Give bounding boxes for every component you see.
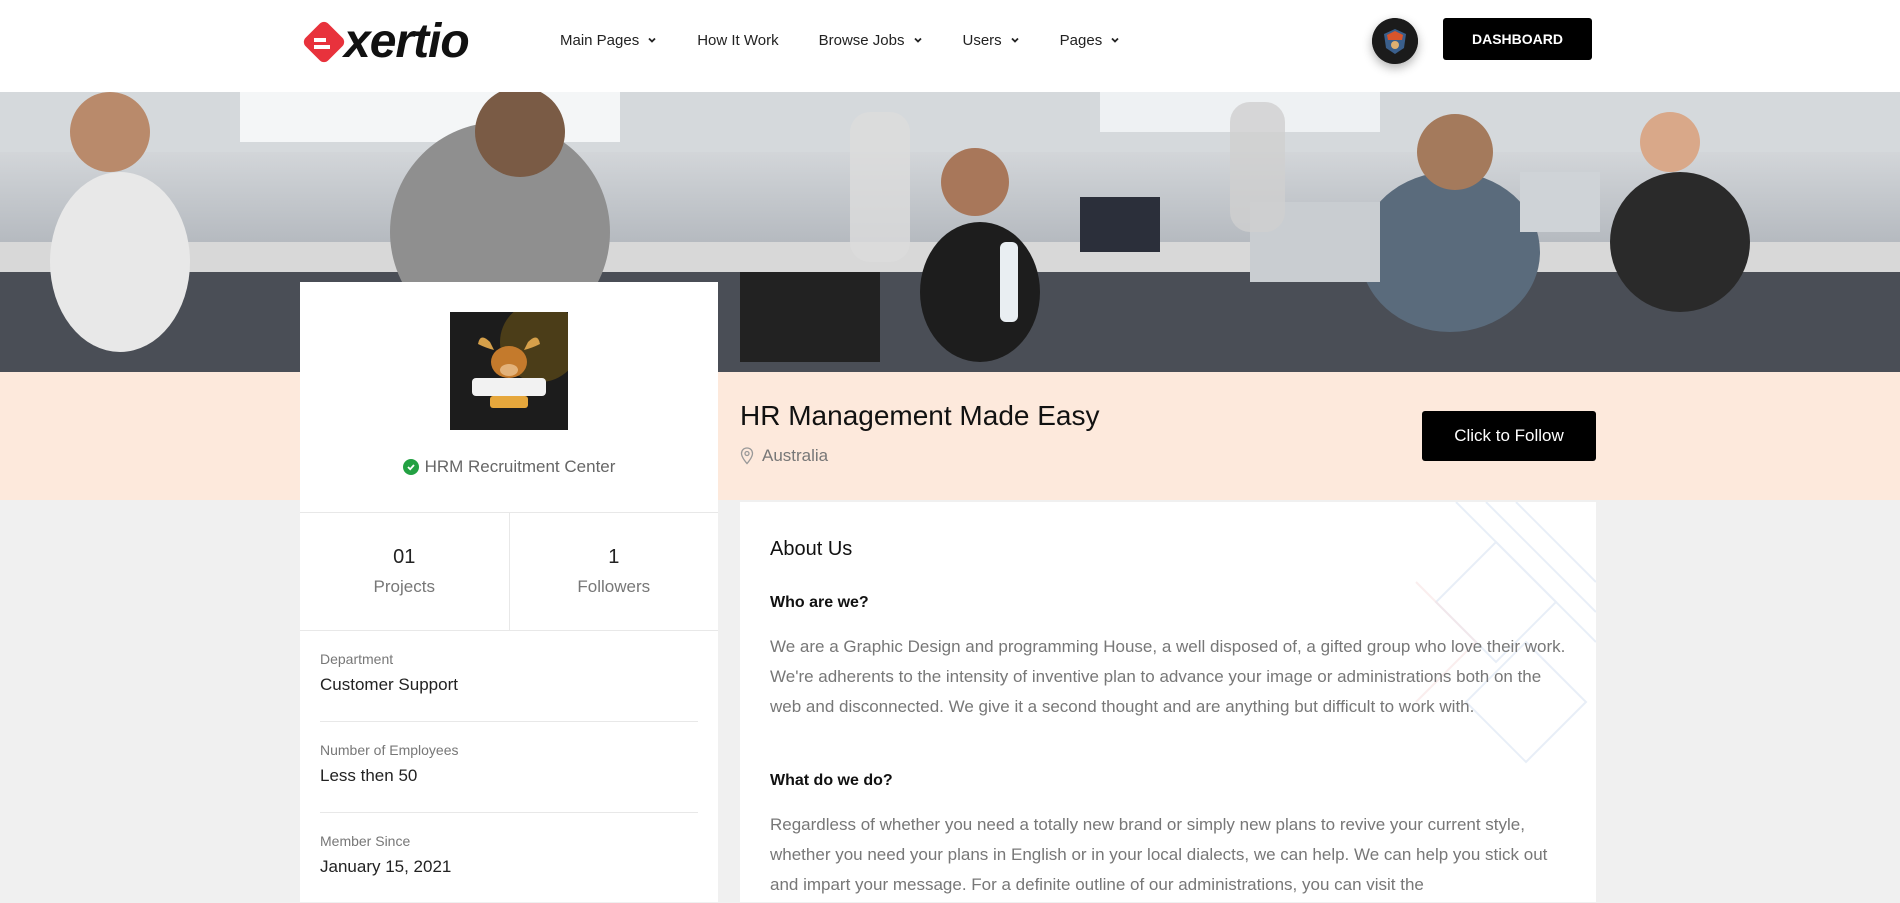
stat-label: Followers — [577, 577, 651, 596]
nav-pages[interactable]: Pages — [1060, 28, 1121, 52]
info-label: Number of Employees — [320, 742, 459, 758]
avatar-badge-icon — [1372, 18, 1418, 64]
site-header: xertio Main Pages How It Work Browse Job… — [0, 0, 1900, 92]
info-label: Member Since — [320, 833, 411, 849]
chevron-down-icon — [913, 37, 922, 43]
company-name: HRM Recruitment Center — [424, 457, 616, 476]
about-paragraph-what: Regardless of whether you need a totally… — [770, 815, 1548, 894]
chevron-down-icon — [1011, 37, 1019, 43]
nav-label: Users — [962, 31, 1002, 49]
location-text: Australia — [762, 446, 829, 465]
nav-browse-jobs[interactable]: Browse Jobs — [819, 28, 923, 52]
stat-followers: 1 Followers — [508, 513, 719, 630]
profile-header-band — [0, 372, 1900, 500]
site-logo[interactable]: xertio — [300, 15, 470, 68]
about-heading: About Us — [770, 538, 853, 560]
nav-users[interactable]: Users — [963, 28, 1020, 52]
stat-projects: 01 Projects — [300, 513, 509, 630]
map-pin-icon — [740, 447, 754, 465]
nav-label: How It Work — [697, 31, 779, 49]
info-value: Less then 50 — [320, 766, 418, 785]
about-us-section: About Us Who are we? We are a Graphic De… — [740, 502, 1596, 902]
nav-label: Pages — [1059, 31, 1103, 49]
stat-value: 01 — [393, 546, 416, 568]
nav-how-it-work[interactable]: How It Work — [697, 28, 778, 52]
about-paragraph-who: We are a Graphic Design and programming … — [770, 637, 1566, 716]
info-label: Department — [320, 651, 394, 667]
logo-mark-icon — [303, 21, 345, 63]
about-question-what: What do we do? — [770, 772, 893, 789]
company-location: Australia — [740, 446, 828, 466]
stat-value: 1 — [608, 546, 620, 568]
info-value: January 15, 2021 — [320, 857, 452, 876]
about-question-who: Who are we? — [770, 594, 869, 611]
chevron-down-icon — [1111, 37, 1119, 43]
info-department: Department Customer Support — [320, 651, 698, 722]
company-logo — [450, 312, 568, 430]
follow-button[interactable]: Click to Follow — [1422, 411, 1596, 461]
company-name-row: HRM Recruitment Center — [300, 457, 718, 477]
main-nav: Main Pages How It Work Browse Jobs Users… — [560, 28, 1160, 52]
info-value: Customer Support — [320, 675, 458, 694]
user-avatar[interactable] — [1372, 18, 1418, 64]
logo-text: xertio — [344, 15, 470, 68]
profile-stats: 01 Projects 1 Followers — [300, 512, 718, 631]
nav-label: Main Pages — [560, 31, 640, 49]
info-employees: Number of Employees Less then 50 — [320, 742, 698, 813]
company-title: HR Management Made Easy — [740, 400, 1100, 431]
verified-check-icon — [402, 459, 419, 475]
info-member-since: Member Since January 15, 2021 — [320, 833, 698, 903]
cover-banner-image — [0, 92, 1900, 372]
stat-label: Projects — [373, 577, 435, 596]
nav-label: Browse Jobs — [818, 31, 905, 49]
chevron-down-icon — [648, 37, 656, 43]
nav-main-pages[interactable]: Main Pages — [560, 28, 657, 52]
dashboard-button[interactable]: DASHBOARD — [1443, 18, 1592, 60]
company-profile-card: HRM Recruitment Center 01 Projects 1 Fol… — [300, 282, 718, 902]
bull-mascot-icon — [450, 312, 568, 430]
